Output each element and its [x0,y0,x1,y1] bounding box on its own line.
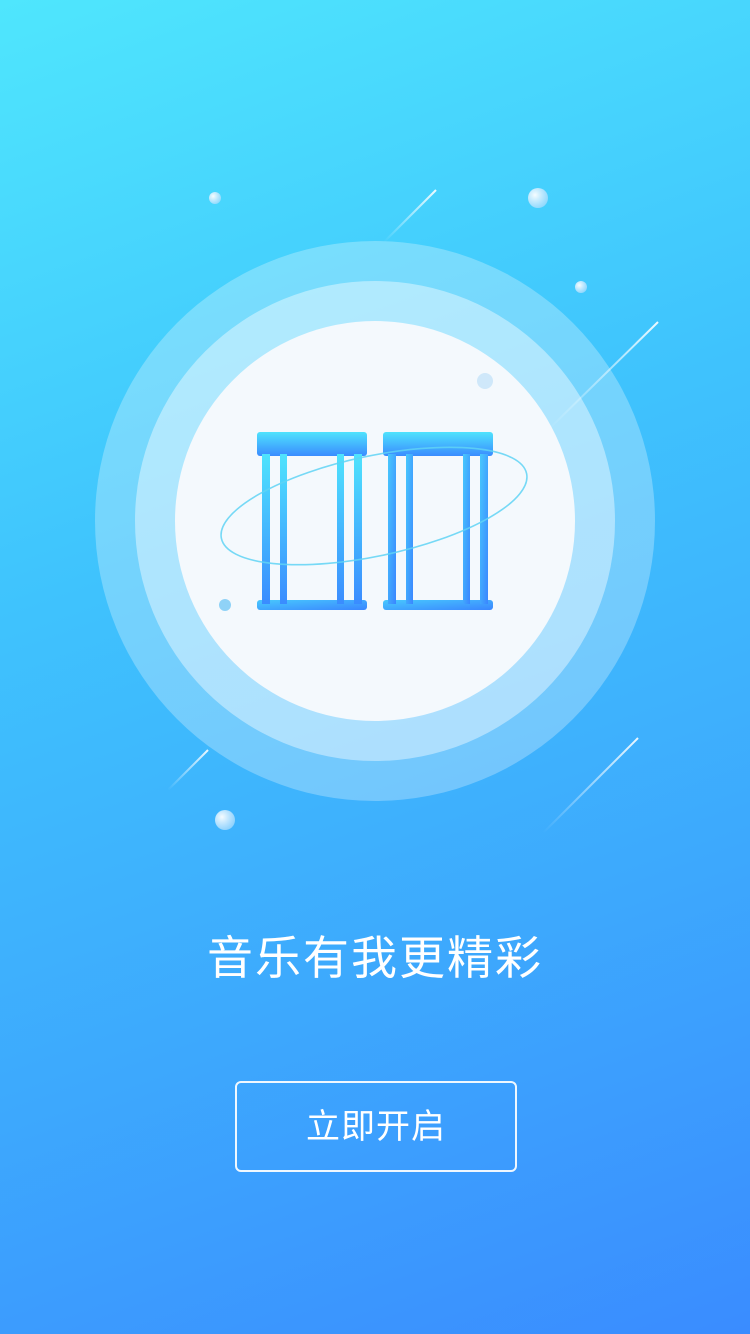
bubble [477,373,493,389]
streak-line [167,749,209,791]
bubble [215,810,235,830]
slogan-text: 音乐有我更精彩 [207,931,543,985]
splash-screen: 音乐有我更精彩 立即开启 [0,0,750,1334]
inner-disc [175,321,575,721]
bubble [528,188,548,208]
start-now-button[interactable]: 立即开启 [235,1081,517,1172]
bubble [575,281,587,293]
music-illustration [95,188,659,834]
bubble [209,192,221,204]
streak-line [542,737,639,834]
streak-line [383,189,437,243]
bubble [219,599,231,611]
